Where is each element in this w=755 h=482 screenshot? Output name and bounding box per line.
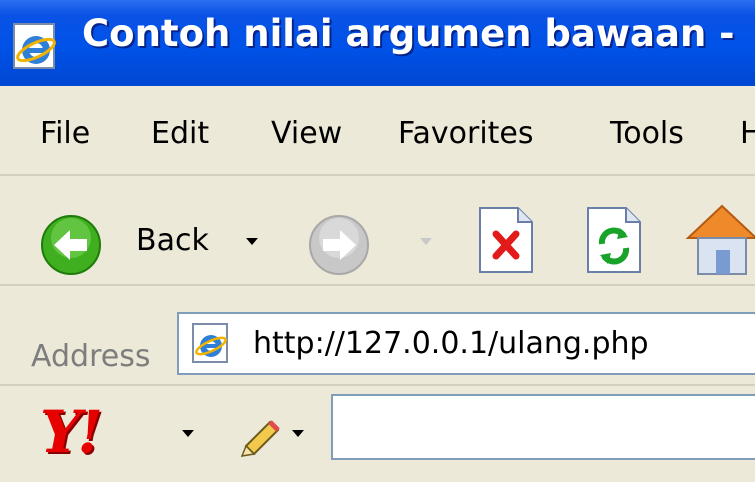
forward-button[interactable] bbox=[308, 214, 370, 280]
address-url[interactable]: http://127.0.0.1/ulang.php bbox=[253, 326, 649, 361]
menu-favorites[interactable]: Favorites bbox=[398, 116, 534, 151]
chevron-down-icon bbox=[420, 238, 432, 245]
menu-tools[interactable]: Tools bbox=[610, 116, 684, 151]
standard-toolbar: Back bbox=[0, 176, 755, 286]
menu-help[interactable]: Help bbox=[740, 116, 755, 151]
stop-button[interactable] bbox=[476, 204, 536, 280]
yahoo-logo-dropdown[interactable] bbox=[182, 430, 194, 437]
back-button[interactable] bbox=[40, 214, 102, 280]
menu-file[interactable]: File bbox=[40, 116, 90, 151]
chevron-down-icon bbox=[246, 238, 258, 245]
home-icon bbox=[685, 204, 755, 275]
forward-dropdown[interactable] bbox=[420, 238, 432, 245]
yahoo-logo[interactable]: Y! bbox=[40, 398, 103, 466]
yahoo-pencil-button[interactable] bbox=[236, 408, 286, 462]
address-field[interactable]: http://127.0.0.1/ulang.php bbox=[177, 312, 755, 375]
chevron-down-icon bbox=[182, 430, 194, 437]
forward-arrow-icon bbox=[309, 215, 369, 275]
yahoo-toolbar: Y! bbox=[0, 386, 755, 482]
yahoo-search-input[interactable] bbox=[331, 394, 755, 460]
window-title: Contoh nilai argumen bawaan - bbox=[82, 12, 735, 55]
refresh-button[interactable] bbox=[584, 204, 644, 280]
home-button[interactable] bbox=[682, 198, 755, 282]
menu-bar: File Edit View Favorites Tools Help bbox=[0, 96, 755, 176]
ie-page-icon bbox=[192, 323, 228, 363]
browser-window: Contoh nilai argumen bawaan - File Edit … bbox=[0, 0, 755, 482]
address-bar: Address http://127.0.0.1/ulang.php bbox=[0, 288, 755, 386]
back-dropdown[interactable] bbox=[246, 238, 258, 245]
pencil-icon bbox=[240, 420, 280, 457]
chevron-down-icon bbox=[292, 430, 304, 437]
yahoo-pencil-dropdown[interactable] bbox=[292, 430, 304, 437]
menu-view[interactable]: View bbox=[271, 116, 342, 151]
ie-icon bbox=[13, 23, 56, 69]
title-bar[interactable]: Contoh nilai argumen bawaan - bbox=[0, 0, 755, 86]
menu-edit[interactable]: Edit bbox=[151, 116, 209, 151]
back-arrow-icon bbox=[41, 215, 101, 275]
stop-icon bbox=[479, 207, 533, 273]
back-label[interactable]: Back bbox=[136, 223, 209, 258]
refresh-icon bbox=[587, 207, 641, 273]
address-label: Address bbox=[31, 339, 151, 374]
